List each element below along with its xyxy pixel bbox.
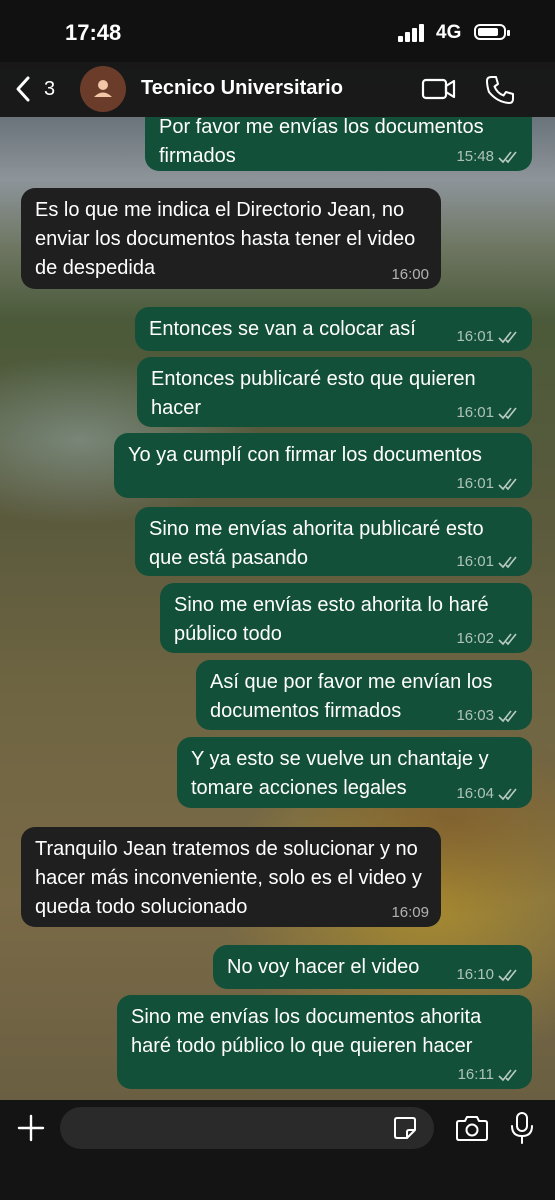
double-check-icon: [498, 969, 517, 982]
message-bubble-outgoing[interactable]: No voy hacer el video 16:10: [213, 945, 532, 989]
message-time: 16:11: [457, 1066, 494, 1083]
message-bubble-outgoing[interactable]: Sino me envías esto ahorita lo haré públ…: [160, 583, 532, 653]
message-bubble-incoming[interactable]: Es lo que me indica el Directorio Jean, …: [21, 188, 441, 289]
voice-message-button[interactable]: [508, 1111, 536, 1145]
message-time: 16:09: [391, 904, 429, 921]
video-call-button[interactable]: [421, 74, 457, 104]
message-bubble-outgoing[interactable]: Por favor me envías los documentos firma…: [145, 117, 532, 171]
person-icon: [94, 80, 112, 97]
status-bar: 17:48 4G: [0, 0, 555, 62]
message-time: 16:02: [456, 630, 494, 647]
message-time: 16:10: [456, 966, 494, 983]
message-bubble-outgoing[interactable]: Sino me envías ahorita publicaré esto qu…: [135, 507, 532, 576]
double-check-icon: [498, 331, 517, 344]
status-time: 17:48: [65, 20, 122, 45]
sticker-button[interactable]: [392, 1115, 418, 1141]
phone-icon: [486, 76, 514, 104]
message-text: Yo ya cumplí con firmar los documentos: [128, 444, 482, 466]
unread-count[interactable]: 3: [44, 78, 55, 101]
message-bubble-outgoing[interactable]: Así que por favor me envían los document…: [196, 660, 532, 730]
message-time: 16:01: [456, 475, 494, 492]
camera-icon: [456, 1116, 488, 1141]
message-time: 16:01: [456, 553, 494, 570]
double-check-icon: [498, 407, 517, 420]
double-check-icon: [498, 710, 517, 723]
message-time: 16:01: [456, 404, 494, 421]
message-time: 16:00: [391, 266, 429, 283]
message-list[interactable]: Por favor me envías los documentos firma…: [0, 117, 555, 1100]
message-bubble-outgoing[interactable]: Entonces publicaré esto que quieren hace…: [137, 357, 532, 427]
contact-avatar[interactable]: [80, 66, 126, 112]
message-text: Es lo que me indica el Directorio Jean, …: [35, 199, 416, 279]
double-check-icon: [498, 1069, 517, 1082]
message-bubble-outgoing[interactable]: Entonces se van a colocar así 16:01: [135, 307, 532, 351]
voice-call-button[interactable]: [484, 74, 516, 106]
message-time: 16:01: [456, 328, 494, 345]
battery-icon: [474, 24, 510, 40]
plus-icon: [17, 1114, 45, 1142]
message-bubble-incoming[interactable]: Tranquilo Jean tratemos de solucionar y …: [21, 827, 441, 927]
message-input[interactable]: [60, 1107, 434, 1149]
message-bubble-outgoing[interactable]: Sino me envías los documentos ahorita ha…: [117, 995, 532, 1089]
contact-name[interactable]: Tecnico Universitario: [141, 77, 343, 100]
double-check-icon: [498, 478, 517, 491]
double-check-icon: [498, 788, 517, 801]
video-camera-icon: [421, 78, 456, 100]
message-text: Sino me envías los documentos ahorita ha…: [131, 1006, 482, 1057]
message-time: 15:48: [456, 148, 494, 165]
chevron-left-icon: [16, 76, 30, 102]
cellular-signal-icon: [398, 24, 426, 42]
double-check-icon: [498, 556, 517, 569]
network-type: 4G: [436, 22, 462, 43]
double-check-icon: [498, 151, 517, 164]
sticker-icon: [394, 1117, 416, 1139]
message-bubble-outgoing[interactable]: Y ya esto se vuelve un chantaje y tomare…: [177, 737, 532, 808]
double-check-icon: [498, 633, 517, 646]
attach-button[interactable]: [14, 1111, 48, 1145]
chat-header: 3 Tecnico Universitario: [0, 62, 555, 117]
message-bubble-outgoing[interactable]: Yo ya cumplí con firmar los documentos 1…: [114, 433, 532, 498]
microphone-icon: [511, 1112, 533, 1144]
message-text: Tranquilo Jean tratemos de solucionar y …: [35, 838, 422, 918]
message-time: 16:04: [456, 785, 494, 802]
camera-button[interactable]: [455, 1113, 489, 1143]
compose-bar: [0, 1100, 555, 1200]
message-time: 16:03: [456, 707, 494, 724]
